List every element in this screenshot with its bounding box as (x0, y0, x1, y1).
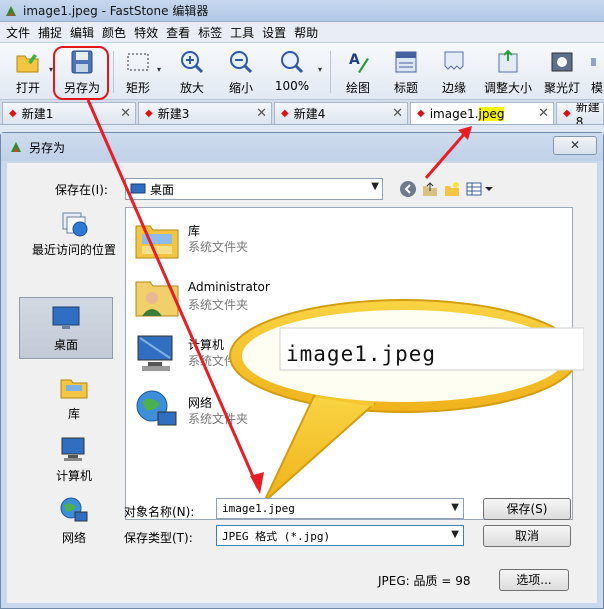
network-icon (136, 390, 177, 426)
save-in-combo[interactable]: 桌面 ▼ (125, 178, 383, 200)
place-library[interactable]: 库 (27, 367, 121, 421)
place-network[interactable]: 网络 (27, 491, 121, 545)
save-button[interactable]: 保存(S) (483, 498, 571, 520)
chevron-down-icon: ▼ (371, 181, 379, 192)
dialog-title-bar: 另存为 ✕ (1, 133, 603, 161)
back-icon[interactable] (399, 180, 417, 198)
chevron-down-icon[interactable]: ▼ (451, 502, 459, 513)
list-item-library[interactable]: 库 系统文件夹 (134, 216, 294, 264)
rectangle-select-button[interactable]: 矩形 (118, 46, 158, 98)
edge-button[interactable]: 边缘 (434, 46, 474, 98)
places-bar: 最近访问的位置 桌面 库 计算机 网络 (19, 203, 121, 545)
menu-bar: 文件 捕捉 编辑 颜色 特效 查看 标签 工具 设置 帮助 (0, 22, 604, 43)
view-menu-icon[interactable] (465, 180, 495, 198)
caption-button[interactable]: 标题 (386, 46, 426, 98)
save-in-label: 保存在(I): (55, 183, 108, 197)
menu-tools[interactable]: 工具 (230, 24, 254, 41)
spotlight-icon (551, 52, 573, 72)
zoom-dropdown-icon[interactable]: ▾ (318, 65, 322, 74)
library-folder-icon (135, 225, 179, 259)
menu-color[interactable]: 颜色 (102, 24, 126, 41)
close-icon[interactable]: ✕ (120, 106, 131, 121)
open-button[interactable]: 打开 (8, 46, 48, 98)
user-folder-icon (135, 281, 179, 317)
recent-places-icon (62, 212, 88, 237)
close-icon[interactable]: ✕ (538, 106, 549, 121)
diamond-icon: ◆ (281, 108, 289, 119)
tab-image1-jpeg[interactable]: ◆ image1.jpeg ✕ (410, 102, 554, 124)
zoom-level-button[interactable]: 100% (270, 46, 314, 98)
menu-settings[interactable]: 设置 (262, 24, 286, 41)
zoom-in-button[interactable]: 放大 (172, 46, 212, 98)
caption-icon (395, 51, 417, 73)
menu-effects[interactable]: 特效 (134, 24, 158, 41)
more-button[interactable]: 模 (590, 46, 604, 98)
computer-icon (137, 335, 173, 371)
faststone-icon (6, 5, 16, 16)
mosaic-icon (591, 58, 596, 66)
rect-dropdown-icon[interactable]: ▾ (157, 65, 161, 74)
computer-icon (61, 437, 85, 461)
cancel-button[interactable]: 取消 (483, 525, 571, 547)
magnifier-icon (281, 51, 304, 74)
spotlight-button[interactable]: 聚光灯 (541, 46, 583, 98)
resize-icon (498, 49, 518, 73)
place-recent[interactable]: 最近访问的位置 (27, 203, 121, 265)
diamond-icon: ◆ (145, 108, 153, 119)
tab-new3[interactable]: ◆ 新建3 ✕ (138, 102, 272, 124)
tab-new8[interactable]: ◆ 新建8 (556, 102, 604, 124)
zoom-out-icon (230, 51, 253, 74)
dialog-title: 另存为 (29, 140, 66, 155)
callout-filename: image1.jpeg (286, 342, 437, 366)
svg-text:A: A (349, 52, 360, 68)
menu-help[interactable]: 帮助 (294, 24, 318, 41)
save-as-highlight-circle (53, 46, 109, 100)
document-tabs: ◆ 新建1 ✕ ◆ 新建3 ✕ ◆ 新建4 ✕ ◆ image1.jpeg ✕ … (0, 100, 604, 125)
filename-input[interactable]: image1.jpeg ▼ (216, 498, 464, 519)
menu-file[interactable]: 文件 (6, 24, 30, 41)
filename-label: 对象名称(N): (124, 505, 195, 519)
resize-button[interactable]: 调整大小 (481, 46, 535, 98)
place-computer[interactable]: 计算机 (27, 429, 121, 483)
jpeg-quality-label: JPEG: 品质 = 98 (378, 574, 471, 588)
menu-capture[interactable]: 捕捉 (38, 24, 62, 41)
up-folder-icon[interactable] (421, 180, 439, 198)
open-folder-icon (16, 54, 39, 73)
network-icon (60, 497, 88, 522)
diamond-icon: ◆ (417, 108, 425, 119)
options-button[interactable]: 选项... (499, 569, 569, 591)
diamond-icon: ◆ (9, 108, 17, 119)
highlighted-extension: jpeg (478, 106, 505, 121)
window-title: image1.jpeg - FastStone 编辑器 (23, 4, 209, 18)
new-folder-icon[interactable] (443, 180, 461, 198)
menu-edit[interactable]: 编辑 (70, 24, 94, 41)
torn-edge-icon (444, 51, 464, 70)
draw-pen-icon: A (349, 52, 369, 73)
library-icon (60, 379, 88, 399)
desktop-icon (130, 183, 146, 194)
close-icon[interactable]: ✕ (392, 106, 403, 121)
place-desktop[interactable]: 桌面 (19, 297, 113, 359)
tab-new4[interactable]: ◆ 新建4 ✕ (274, 102, 408, 124)
zoom-out-button[interactable]: 缩小 (221, 46, 261, 98)
tab-new1[interactable]: ◆ 新建1 ✕ (2, 102, 136, 124)
dialog-close-button[interactable]: ✕ (553, 136, 597, 155)
filetype-label: 保存类型(T): (124, 531, 193, 545)
draw-button[interactable]: A 绘图 (338, 46, 378, 98)
filetype-select[interactable]: JPEG 格式 (*.jpg) ▼ (216, 525, 464, 546)
diamond-icon: ◆ (563, 108, 571, 119)
close-icon[interactable]: ✕ (256, 106, 267, 121)
zoom-in-icon (181, 51, 204, 74)
title-bar: image1.jpeg - FastStone 编辑器 (0, 0, 604, 22)
callout-bubble (229, 299, 584, 503)
menu-view[interactable]: 查看 (166, 24, 190, 41)
desktop-icon (52, 306, 80, 329)
menu-tags[interactable]: 标签 (198, 24, 222, 41)
faststone-icon (11, 142, 21, 152)
dashed-rectangle-icon (127, 53, 149, 71)
chevron-down-icon[interactable]: ▼ (451, 529, 459, 540)
